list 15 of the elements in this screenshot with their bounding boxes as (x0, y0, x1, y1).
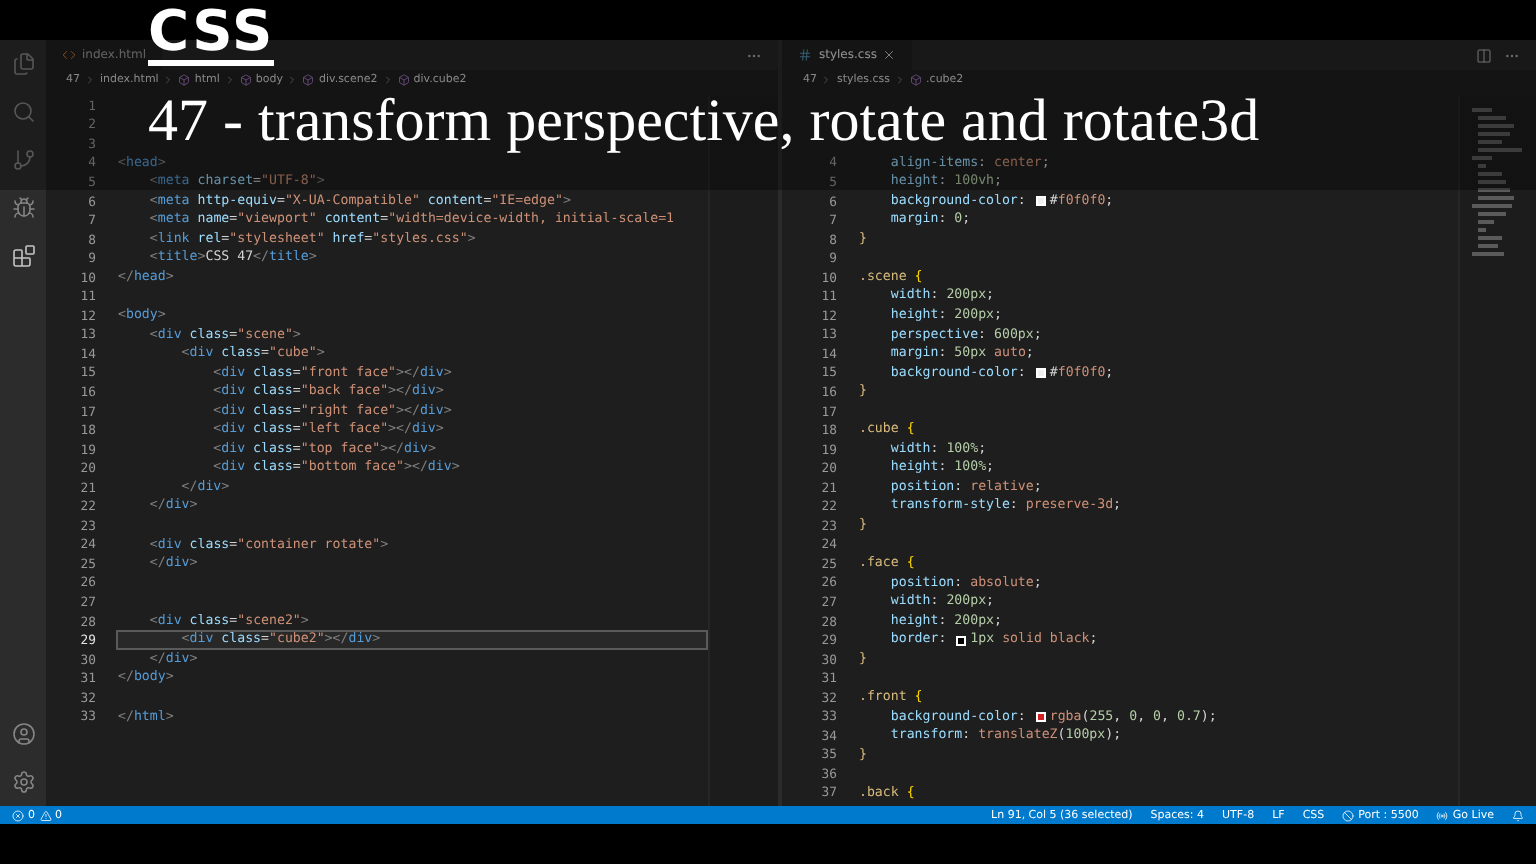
video-title: 47 - transform perspective, rotate and rotate3d (148, 94, 1260, 148)
error-icon (12, 809, 24, 821)
color-swatch[interactable] (1035, 367, 1046, 378)
warning-icon (39, 809, 51, 821)
color-swatch[interactable] (1035, 196, 1046, 206)
account-icon[interactable] (11, 722, 35, 746)
color-swatch[interactable] (956, 635, 967, 646)
bug-icon[interactable] (11, 196, 35, 220)
settings-icon[interactable] (11, 770, 35, 794)
course-badge: CSS (148, 4, 275, 66)
port-icon (1342, 809, 1355, 821)
color-swatch[interactable] (1035, 711, 1046, 722)
broadcast-icon (1436, 809, 1449, 821)
bell-icon[interactable] (1512, 809, 1524, 821)
extensions-icon[interactable] (11, 244, 35, 268)
